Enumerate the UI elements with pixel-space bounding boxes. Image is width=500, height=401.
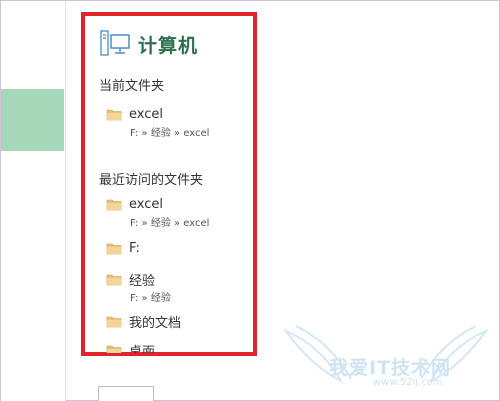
folder-name: excel bbox=[129, 196, 163, 212]
folder-name: 我的文档 bbox=[129, 315, 182, 331]
recent-folder-item[interactable]: 桌面 bbox=[106, 341, 251, 353]
recent-folder-item[interactable]: 我的文档 bbox=[106, 312, 251, 331]
watermark-url: www.52ij.com bbox=[373, 377, 443, 388]
panel-title-row: 计算机 bbox=[100, 29, 198, 59]
folder-name: 桌面 bbox=[129, 344, 156, 354]
browse-button[interactable] bbox=[98, 386, 154, 401]
folder-icon bbox=[106, 243, 122, 254]
folder-path: F: » 经验 » excel bbox=[130, 128, 210, 139]
recent-folders-header: 最近访问的文件夹 bbox=[99, 173, 204, 188]
folder-path: F: » 经验 bbox=[130, 293, 171, 304]
current-folder-item[interactable]: excel F: » 经验 » excel bbox=[106, 105, 251, 139]
folder-icon bbox=[106, 274, 122, 285]
folder-icon bbox=[106, 316, 122, 327]
watermark-text: 我爱IT技术网 bbox=[329, 357, 452, 379]
folder-path: F: » 经验 » excel bbox=[130, 218, 210, 229]
panel-title: 计算机 bbox=[138, 34, 199, 57]
recent-folder-item[interactable]: 经验 F: » 经验 bbox=[106, 270, 251, 304]
current-folder-header: 当前文件夹 bbox=[99, 79, 165, 94]
folder-name: excel bbox=[129, 106, 163, 122]
folder-icon bbox=[106, 109, 122, 120]
computer-icon bbox=[100, 30, 130, 56]
selected-nav-item[interactable] bbox=[1, 89, 64, 151]
recent-folder-item[interactable]: F: bbox=[106, 239, 251, 257]
folder-name: F: bbox=[129, 240, 140, 256]
folder-icon bbox=[106, 199, 122, 210]
app-window: 计算机 当前文件夹 excel F: » 经验 » excel 最近访问的文件夹… bbox=[0, 0, 500, 401]
recent-folder-item[interactable]: excel F: » 经验 » excel bbox=[106, 195, 251, 229]
folder-icon bbox=[106, 345, 122, 353]
left-nav-pane bbox=[1, 1, 66, 401]
folder-name: 经验 bbox=[129, 273, 156, 289]
